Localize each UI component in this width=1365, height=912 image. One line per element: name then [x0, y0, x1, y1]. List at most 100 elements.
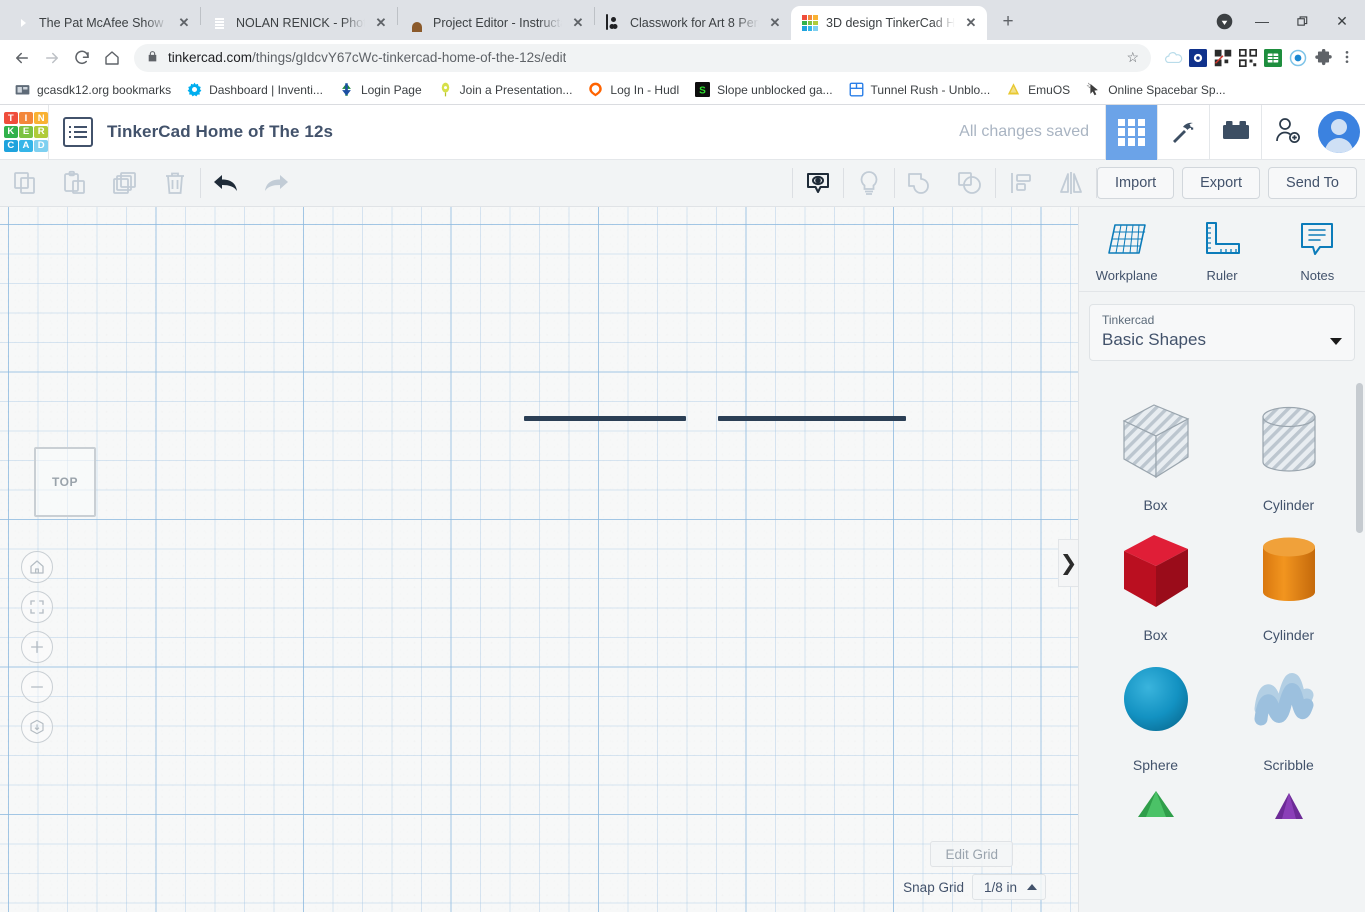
show-hide-button[interactable]: [793, 160, 843, 207]
close-icon[interactable]: ✕: [570, 15, 586, 31]
ruler-icon: [1201, 219, 1243, 259]
close-icon[interactable]: ✕: [963, 15, 979, 31]
close-icon[interactable]: ✕: [176, 15, 192, 31]
qr-code-icon[interactable]: [1239, 49, 1257, 67]
shape-item-box-hole[interactable]: Box: [1089, 383, 1222, 513]
bookmark-item[interactable]: gcasdk12.org bookmarks: [8, 79, 178, 101]
undo-button[interactable]: [201, 160, 251, 207]
copy-button[interactable]: [0, 160, 50, 207]
new-tab-button[interactable]: +: [993, 7, 1023, 37]
shape-item-scribble[interactable]: Scribble: [1222, 643, 1355, 773]
home-icon[interactable]: [98, 44, 126, 72]
bookmark-item[interactable]: Online Spacebar Sp...: [1079, 79, 1232, 101]
bookmark-item[interactable]: EmuOS: [999, 79, 1077, 101]
shape-item-cylinder-orange[interactable]: Cylinder: [1222, 513, 1355, 643]
3d-viewport[interactable]: TOP: [0, 207, 1078, 912]
edge-on-shape-left[interactable]: [524, 416, 686, 421]
snap-grid-select[interactable]: 1/8 in: [972, 874, 1046, 900]
redo-button[interactable]: [251, 160, 301, 207]
panel-collapse-handle[interactable]: ❯: [1058, 539, 1078, 587]
grid-icon: [1118, 119, 1145, 146]
onedrive-icon[interactable]: [1189, 49, 1207, 67]
perspective-toggle-button[interactable]: [21, 711, 53, 743]
logo-tile: [802, 21, 807, 26]
sidebar-tool-label: Ruler: [1206, 268, 1237, 283]
bookmark-item[interactable]: Join a Presentation...: [431, 79, 580, 101]
logo-tile: [813, 26, 818, 31]
mode-blocks[interactable]: [1209, 105, 1261, 160]
close-icon[interactable]: ✕: [767, 15, 783, 31]
tinkercad-logo[interactable]: TINKERCAD: [4, 112, 48, 152]
reload-icon[interactable]: [68, 44, 96, 72]
home-view-button[interactable]: [21, 551, 53, 583]
bookmark-star-icon[interactable]: ☆: [1126, 49, 1139, 66]
shape-label: Box: [1143, 627, 1167, 643]
kebab-menu-icon[interactable]: [1339, 49, 1357, 67]
paste-button[interactable]: [50, 160, 100, 207]
address-bar[interactable]: tinkercad.com/things/gIdcvY67cWc-tinkerc…: [134, 44, 1151, 72]
sidebar-tool-workplane[interactable]: Workplane: [1079, 219, 1174, 283]
view-cube[interactable]: TOP: [34, 447, 96, 517]
mode-minecraft[interactable]: [1157, 105, 1209, 160]
mode-3d-design[interactable]: [1105, 105, 1157, 160]
browser-tab-1[interactable]: NOLAN RENICK - Photo Doc ✕: [201, 6, 397, 40]
record-icon[interactable]: [1289, 49, 1307, 67]
browser-tab-2[interactable]: Project Editor - Instructables ✕: [398, 6, 594, 40]
forward-icon[interactable]: [38, 44, 66, 72]
invite-people-button[interactable]: [1261, 105, 1313, 160]
avatar[interactable]: [1313, 105, 1365, 160]
shape-item-sphere[interactable]: Sphere: [1089, 643, 1222, 773]
close-icon[interactable]: ✕: [373, 15, 389, 31]
zoom-in-button[interactable]: [21, 631, 53, 663]
divider: [48, 105, 49, 160]
word-cloud-icon[interactable]: [1164, 49, 1182, 67]
send-to-button[interactable]: Send To: [1268, 167, 1357, 199]
ungroup-button[interactable]: [945, 160, 995, 207]
tinkercad-header: TINKERCAD TinkerCad Home of The 12s All …: [0, 105, 1365, 160]
duplicate-button[interactable]: [100, 160, 150, 207]
bookmark-item[interactable]: Login Page: [332, 79, 429, 101]
browser-tab-3[interactable]: Classwork for Art 8 Period 1 ✕: [595, 6, 791, 40]
back-icon[interactable]: [8, 44, 36, 72]
shape-item-box-red[interactable]: Box: [1089, 513, 1222, 643]
shape-label: Scribble: [1263, 757, 1314, 773]
sidebar-scrollbar[interactable]: [1356, 383, 1363, 533]
import-button[interactable]: Import: [1097, 167, 1174, 199]
export-button[interactable]: Export: [1182, 167, 1260, 199]
shape-item-pyramid-purple[interactable]: [1222, 773, 1355, 817]
sidebar-tool-notes[interactable]: Notes: [1270, 219, 1365, 283]
bookmark-item[interactable]: Tunnel Rush - Unblo...: [842, 79, 998, 101]
tab-title: NOLAN RENICK - Photo Doc: [236, 16, 365, 30]
edge-on-shape-right[interactable]: [718, 416, 906, 421]
browser-tab-0[interactable]: The Pat McAfee Show | Mon ✕: [4, 6, 200, 40]
bookmark-label: Online Spacebar Sp...: [1108, 83, 1225, 97]
shape-item-cylinder-hole[interactable]: Cylinder: [1222, 383, 1355, 513]
project-menu-icon[interactable]: [63, 117, 93, 147]
logo-tile: D: [34, 140, 48, 152]
maximize-button[interactable]: [1283, 6, 1321, 36]
qr-scan-icon[interactable]: [1214, 49, 1232, 67]
group-button[interactable]: [895, 160, 945, 207]
shape-library-select[interactable]: Tinkercad Basic Shapes: [1089, 304, 1355, 361]
puzzle-icon[interactable]: [1314, 49, 1332, 67]
delete-button[interactable]: [150, 160, 200, 207]
logo-tile: R: [34, 126, 48, 138]
browser-tab-4-active[interactable]: 3D design TinkerCad Home o ✕: [791, 6, 987, 40]
box-red-art: [1108, 527, 1204, 615]
edit-grid-button[interactable]: Edit Grid: [930, 841, 1013, 867]
arrow-down-icon: [339, 82, 355, 98]
sheets-icon[interactable]: [1264, 49, 1282, 67]
close-window-button[interactable]: ✕: [1323, 6, 1361, 36]
sidebar-tool-ruler[interactable]: Ruler: [1174, 219, 1269, 283]
bookmark-item[interactable]: Log In - Hudl: [581, 79, 686, 101]
bookmark-item[interactable]: S Slope unblocked ga...: [688, 79, 839, 101]
minimize-button[interactable]: —: [1243, 6, 1281, 36]
fit-to-view-button[interactable]: [21, 591, 53, 623]
highlight-button[interactable]: [844, 160, 894, 207]
align-button[interactable]: [996, 160, 1046, 207]
profile-badge-icon[interactable]: [1207, 6, 1241, 36]
mirror-button[interactable]: [1046, 160, 1096, 207]
zoom-out-button[interactable]: [21, 671, 53, 703]
bookmark-item[interactable]: Dashboard | Inventi...: [180, 79, 330, 101]
shape-item-pyramid-green[interactable]: [1089, 773, 1222, 817]
